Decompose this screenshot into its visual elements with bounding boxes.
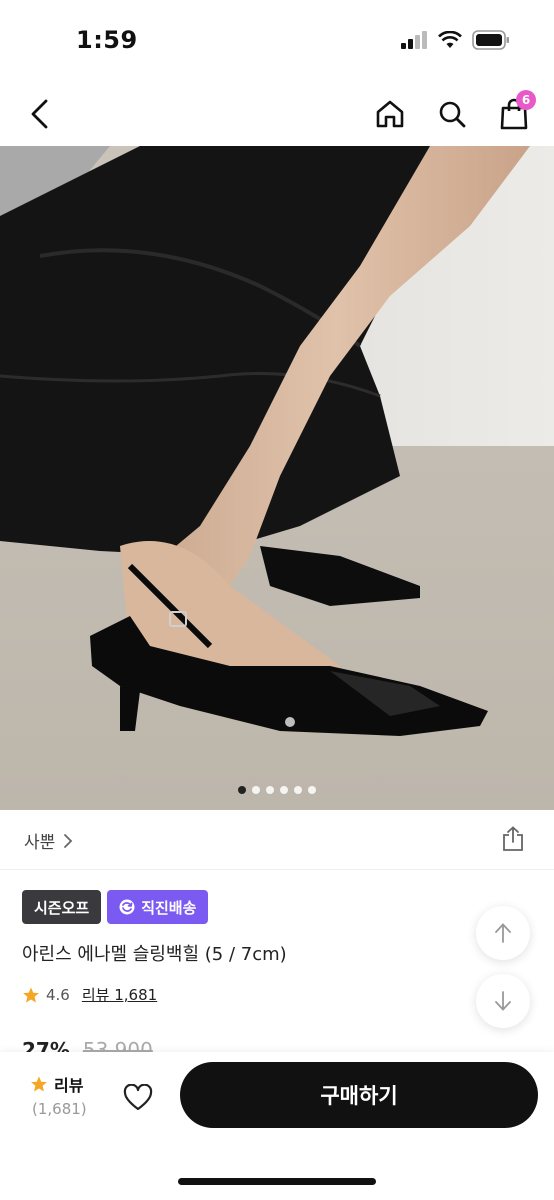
pager-dot [266, 786, 274, 794]
product-tags: 시즌오프 직진배송 [22, 890, 209, 924]
chevron-left-icon [31, 99, 48, 129]
like-button[interactable] [118, 1078, 158, 1118]
rating-row: 4.6 리뷰 1,681 [22, 984, 157, 1005]
price-row: 27% 53,900 [22, 1038, 153, 1052]
share-button[interactable] [498, 824, 528, 854]
pager-dot-active [238, 786, 246, 794]
status-time: 1:59 [76, 26, 138, 54]
back-button[interactable] [22, 94, 58, 134]
discount-rate: 27% [22, 1038, 70, 1052]
star-icon [31, 1076, 47, 1092]
product-photo [0, 146, 554, 810]
home-button[interactable] [370, 94, 410, 134]
chevron-right-icon [64, 833, 73, 848]
heart-icon [123, 1084, 153, 1111]
image-pager[interactable] [0, 786, 554, 796]
direct-delivery-tag: 직진배송 [107, 890, 209, 924]
delivery-icon [119, 899, 135, 915]
status-icons [400, 30, 510, 50]
star-icon [23, 987, 39, 1002]
review-link[interactable]: 리뷰 1,681 [82, 984, 157, 1005]
arrow-down-icon [495, 991, 511, 1011]
share-icon [503, 826, 523, 851]
home-indicator [178, 1178, 376, 1185]
original-price: 53,900 [82, 1038, 153, 1052]
brand-row: 사뿐 [0, 810, 554, 870]
nav-bar: 6 [0, 80, 554, 146]
rating-value: 4.6 [46, 985, 70, 1004]
brand-name: 사뿐 [24, 833, 56, 853]
bottom-review-summary[interactable]: 리뷰 [30, 1072, 83, 1096]
product-image[interactable] [0, 146, 554, 810]
buy-button[interactable]: 구매하기 [180, 1062, 538, 1128]
scroll-top-button[interactable] [476, 906, 530, 960]
search-icon [439, 101, 466, 128]
bottom-review-title: 리뷰 [54, 1076, 84, 1095]
scroll-bottom-button[interactable] [476, 974, 530, 1028]
wifi-icon [438, 31, 462, 48]
pager-dot [308, 786, 316, 794]
pager-dot [252, 786, 260, 794]
bottom-review-count: (1,681) [32, 1100, 87, 1118]
season-off-tag: 시즌오프 [22, 890, 102, 924]
product-title: 아린스 에나멜 슬링백힐 (5 / 7cm) [22, 944, 287, 965]
pager-dot [294, 786, 302, 794]
status-bar: 1:59 [0, 0, 554, 80]
cart-button[interactable]: 6 [494, 90, 536, 134]
arrow-up-icon [495, 923, 511, 943]
bottom-action-bar: 리뷰 (1,681) 구매하기 [0, 1052, 554, 1200]
pager-dot [280, 786, 288, 794]
home-icon [376, 100, 404, 128]
brand-link[interactable]: 사뿐 [24, 828, 73, 853]
cart-count-badge: 6 [516, 90, 536, 110]
signal-icon [401, 31, 427, 49]
battery-icon [472, 30, 509, 50]
search-button[interactable] [432, 94, 472, 134]
